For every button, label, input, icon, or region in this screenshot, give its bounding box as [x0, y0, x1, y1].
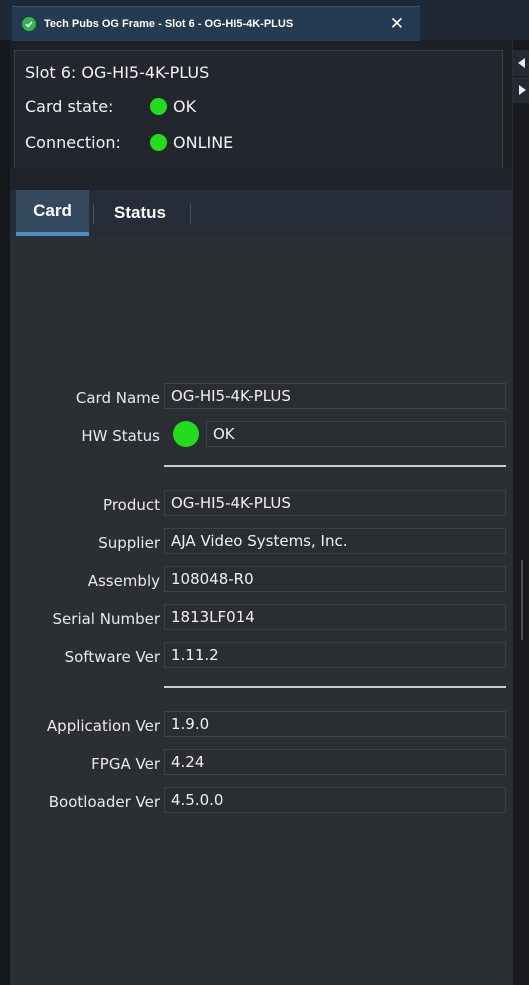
connection-led-icon — [150, 134, 167, 151]
status-led-icon — [150, 98, 167, 115]
bootloader-ver-field[interactable]: 4.5.0.0 — [164, 787, 506, 813]
software-ver-field[interactable]: 1.11.2 — [164, 642, 506, 668]
collapse-left-button[interactable] — [513, 50, 529, 77]
window-tab-strip: Tech Pubs OG Frame - Slot 6 - OG-HI5-4K-… — [0, 0, 529, 41]
tab-divider — [93, 204, 94, 224]
connection-label: Connection: — [25, 133, 121, 152]
card-name-field[interactable]: OG-HI5-4K-PLUS — [164, 383, 506, 409]
connection-value: ONLINE — [173, 133, 234, 152]
tab-status[interactable]: Status — [98, 190, 182, 236]
section-divider — [164, 686, 506, 688]
card-state-row: Card state: OK — [25, 97, 196, 116]
card-content: Card Name OG-HI5-4K-PLUS HW Status OK Pr… — [10, 236, 512, 985]
check-circle-icon — [22, 17, 36, 31]
panel-separator — [10, 168, 512, 190]
triangle-left-icon — [517, 58, 525, 68]
document-tab[interactable]: Tech Pubs OG Frame - Slot 6 - OG-HI5-4K-… — [12, 6, 420, 41]
product-label: Product — [103, 496, 160, 514]
application-ver-label: Application Ver — [46, 717, 160, 735]
assembly-field[interactable]: 108048-R0 — [164, 566, 506, 592]
serial-number-label: Serial Number — [52, 610, 160, 628]
expand-right-button[interactable] — [513, 77, 529, 104]
connection-row: Connection: ONLINE — [25, 133, 233, 152]
application-ver-field[interactable]: 1.9.0 — [164, 711, 506, 737]
tab-card[interactable]: Card — [16, 190, 89, 236]
close-icon[interactable]: ✕ — [390, 15, 404, 33]
fpga-ver-field[interactable]: 4.24 — [164, 749, 506, 775]
assembly-label: Assembly — [87, 572, 160, 590]
side-controls — [512, 40, 529, 985]
fpga-ver-label: FPGA Ver — [91, 755, 160, 773]
serial-number-field[interactable]: 1813LF014 — [164, 604, 506, 630]
card-state-label: Card state: — [25, 97, 114, 116]
hw-status-field[interactable]: OK — [206, 421, 506, 447]
tab-divider — [190, 204, 191, 224]
slot-title: Slot 6: OG-HI5-4K-PLUS — [25, 63, 210, 82]
software-ver-label: Software Ver — [64, 648, 160, 666]
left-border — [0, 40, 10, 985]
triangle-right-icon — [518, 85, 526, 95]
card-name-label: Card Name — [75, 389, 160, 407]
hw-status-led-icon — [173, 421, 199, 447]
bootloader-ver-label: Bootloader Ver — [48, 793, 160, 811]
hw-status-label: HW Status — [81, 427, 160, 445]
tab-bar: Card Status — [10, 190, 512, 236]
card-state-value: OK — [173, 97, 197, 116]
supplier-label: Supplier — [98, 534, 160, 552]
section-divider — [164, 465, 506, 467]
scrollbar-thumb[interactable] — [521, 560, 523, 640]
product-field[interactable]: OG-HI5-4K-PLUS — [164, 490, 506, 516]
tab-title: Tech Pubs OG Frame - Slot 6 - OG-HI5-4K-… — [44, 18, 294, 30]
supplier-field[interactable]: AJA Video Systems, Inc. — [164, 528, 506, 554]
